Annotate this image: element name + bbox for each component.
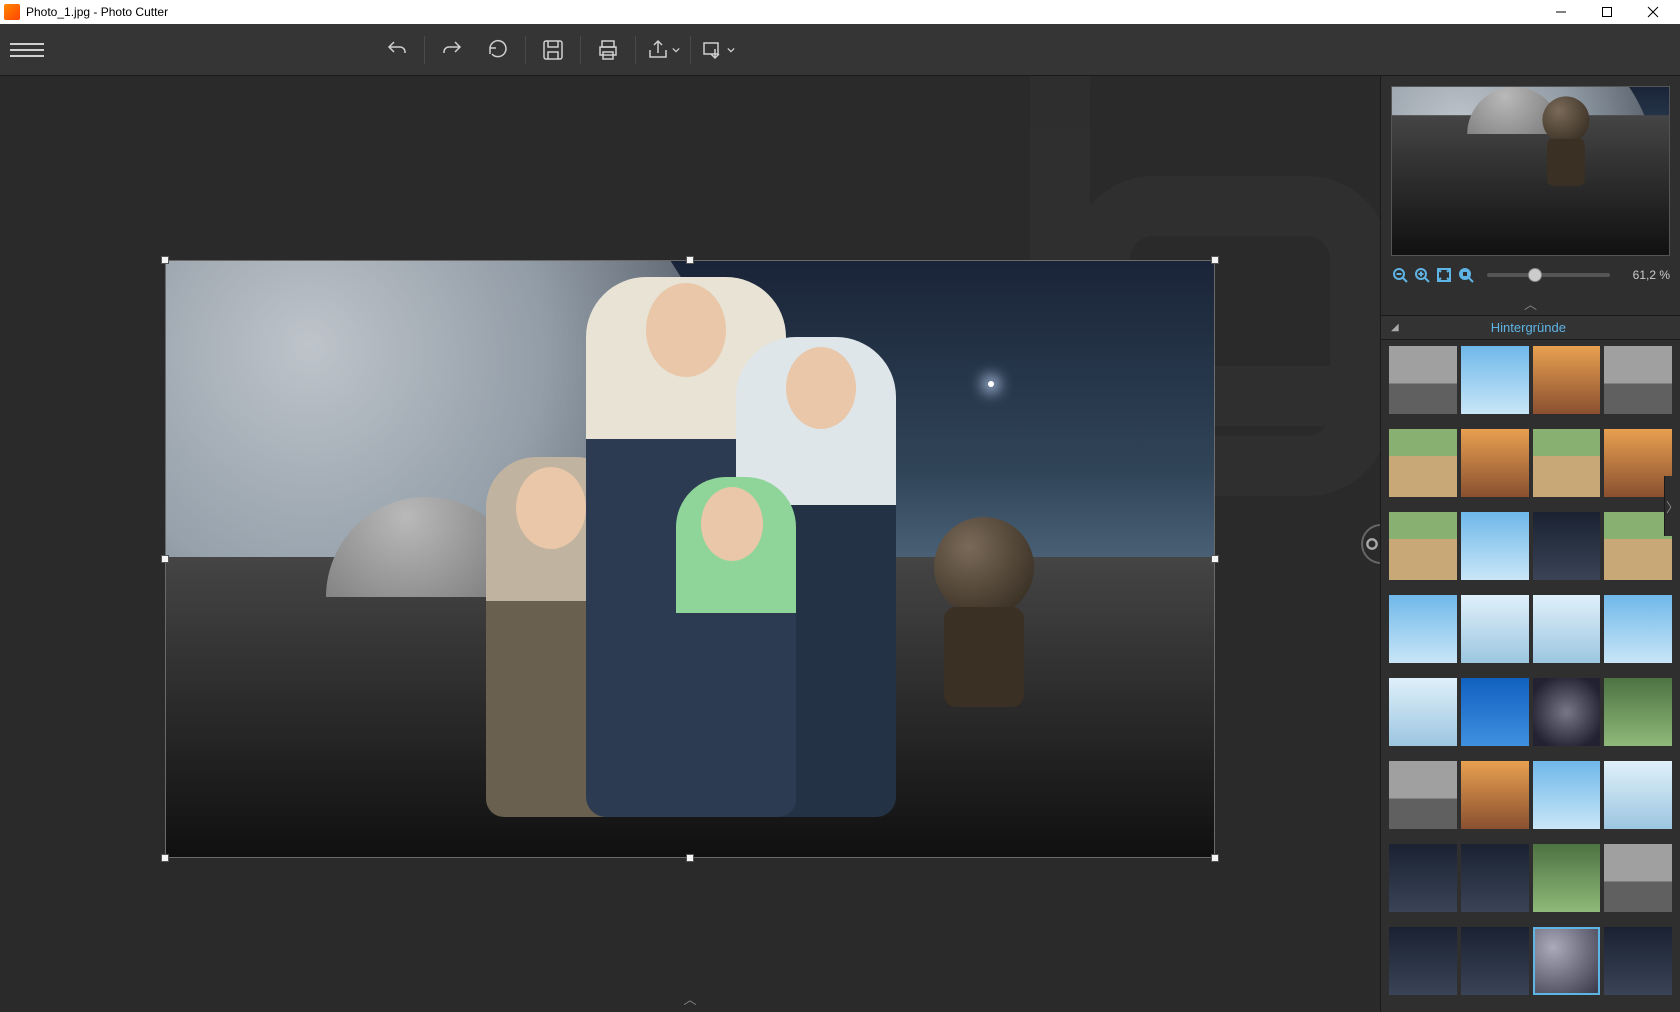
scene-star bbox=[988, 381, 994, 387]
zoom-slider-knob[interactable] bbox=[1528, 268, 1542, 282]
send-to-button[interactable] bbox=[695, 30, 741, 70]
background-thumb-forest[interactable] bbox=[1389, 927, 1457, 995]
resize-handle-left[interactable] bbox=[161, 555, 169, 563]
background-thumb-open-sky[interactable] bbox=[1389, 595, 1457, 663]
background-thumb-storm[interactable] bbox=[1533, 512, 1601, 580]
redo-alt-button[interactable] bbox=[475, 30, 521, 70]
menu-button[interactable] bbox=[10, 36, 44, 64]
resize-handle-right[interactable] bbox=[1211, 555, 1219, 563]
background-thumb-beach-jump[interactable] bbox=[1533, 761, 1601, 829]
scene-robot bbox=[914, 477, 1054, 737]
background-thumb-pyramids[interactable] bbox=[1533, 346, 1601, 414]
background-thumb-love-you[interactable] bbox=[1461, 678, 1529, 746]
background-thumb-ufo[interactable] bbox=[1604, 844, 1672, 912]
panel-collapse-up-button[interactable]: ︿ bbox=[1381, 292, 1680, 315]
app-icon bbox=[4, 4, 20, 20]
main-toolbar bbox=[0, 24, 1680, 76]
zoom-value: 61,2 % bbox=[1622, 268, 1670, 282]
background-thumb-venice[interactable] bbox=[1604, 595, 1672, 663]
toolbar-separator bbox=[424, 36, 425, 64]
undo-button[interactable] bbox=[374, 30, 420, 70]
background-thumb-icebergs[interactable] bbox=[1461, 595, 1529, 663]
zoom-out-button[interactable] bbox=[1391, 266, 1409, 284]
scene-background bbox=[166, 261, 1214, 857]
app-name: Photo Cutter bbox=[101, 5, 168, 19]
background-thumb-waterfall[interactable] bbox=[1461, 429, 1529, 497]
toolbar-group bbox=[374, 30, 741, 70]
background-thumb-pterodactyl[interactable] bbox=[1533, 844, 1601, 912]
toolbar-separator bbox=[690, 36, 691, 64]
zoom-in-button[interactable] bbox=[1413, 266, 1431, 284]
resize-handle-bottom-left[interactable] bbox=[161, 854, 169, 862]
background-thumb-wedding[interactable] bbox=[1389, 678, 1457, 746]
background-thumb-misty[interactable] bbox=[1604, 761, 1672, 829]
window-titlebar: Photo_1.jpg - Photo Cutter bbox=[0, 0, 1680, 24]
background-thumb-bicycle[interactable] bbox=[1604, 429, 1672, 497]
toolbar-separator bbox=[525, 36, 526, 64]
redo-button[interactable] bbox=[429, 30, 475, 70]
background-thumb-rushmore[interactable] bbox=[1604, 346, 1672, 414]
background-thumb-rocky-stream[interactable] bbox=[1604, 678, 1672, 746]
save-button[interactable] bbox=[530, 30, 576, 70]
resize-handle-bottom-right[interactable] bbox=[1211, 854, 1219, 862]
resize-handle-top-right[interactable] bbox=[1211, 256, 1219, 264]
background-thumb-eiffel[interactable] bbox=[1461, 346, 1529, 414]
navigator-preview[interactable] bbox=[1391, 86, 1670, 256]
background-thumb-snow[interactable] bbox=[1533, 595, 1601, 663]
canvas-selection-frame[interactable] bbox=[165, 260, 1215, 858]
background-thumb-western[interactable] bbox=[1389, 761, 1457, 829]
bottom-panel-expand-button[interactable]: ︿ bbox=[683, 989, 696, 1008]
background-thumb-moon-robot[interactable] bbox=[1533, 927, 1601, 995]
backgrounds-panel-title: Hintergründe bbox=[1399, 320, 1658, 335]
share-button[interactable] bbox=[640, 30, 686, 70]
background-thumb-space-station[interactable] bbox=[1533, 678, 1601, 746]
background-thumb-canyon-river[interactable] bbox=[1389, 512, 1457, 580]
background-thumb-road[interactable] bbox=[1389, 429, 1457, 497]
fit-to-screen-button[interactable] bbox=[1435, 266, 1453, 284]
resize-handle-top-left[interactable] bbox=[161, 256, 169, 264]
backgrounds-panel-header[interactable]: ◢ Hintergründe bbox=[1381, 315, 1680, 340]
document-name: Photo_1.jpg bbox=[26, 5, 90, 19]
canvas-area: ︿ bbox=[0, 76, 1380, 1012]
side-panel-collapse-button[interactable] bbox=[1361, 524, 1380, 564]
scene-family-cutout bbox=[486, 277, 906, 817]
resize-handle-bottom[interactable] bbox=[686, 854, 694, 862]
background-thumb-tunnel[interactable] bbox=[1461, 927, 1529, 995]
print-button[interactable] bbox=[585, 30, 631, 70]
zoom-controls: 61,2 % bbox=[1381, 262, 1680, 292]
background-thumb-silhouette[interactable] bbox=[1461, 761, 1529, 829]
background-thumb-lion[interactable] bbox=[1389, 844, 1457, 912]
main-area: ︿ 61,2 % ︿ ◢ Hintergründe bbox=[0, 76, 1680, 1012]
panel-disclosure-icon: ◢ bbox=[1391, 322, 1399, 333]
composited-image[interactable] bbox=[165, 260, 1215, 858]
toolbar-separator bbox=[580, 36, 581, 64]
background-thumb-mountain-dog[interactable] bbox=[1461, 844, 1529, 912]
background-thumb-desert[interactable] bbox=[1533, 429, 1601, 497]
background-thumb-moon-plain[interactable] bbox=[1604, 927, 1672, 995]
maximize-button[interactable] bbox=[1584, 0, 1630, 24]
background-thumb-cliff[interactable] bbox=[1604, 512, 1672, 580]
window-title: Photo_1.jpg - Photo Cutter bbox=[26, 5, 1538, 19]
resize-handle-top[interactable] bbox=[686, 256, 694, 264]
actual-size-button[interactable] bbox=[1457, 266, 1475, 284]
minimize-button[interactable] bbox=[1538, 0, 1584, 24]
right-edge-expand-button[interactable]: 〉 bbox=[1664, 476, 1680, 536]
backgrounds-grid bbox=[1381, 340, 1680, 1012]
side-panel: 61,2 % ︿ ◢ Hintergründe bbox=[1380, 76, 1680, 1012]
close-button[interactable] bbox=[1630, 0, 1676, 24]
zoom-slider[interactable] bbox=[1487, 273, 1610, 277]
background-thumb-island[interactable] bbox=[1461, 512, 1529, 580]
toolbar-separator bbox=[635, 36, 636, 64]
background-thumb-bridge[interactable] bbox=[1389, 346, 1457, 414]
